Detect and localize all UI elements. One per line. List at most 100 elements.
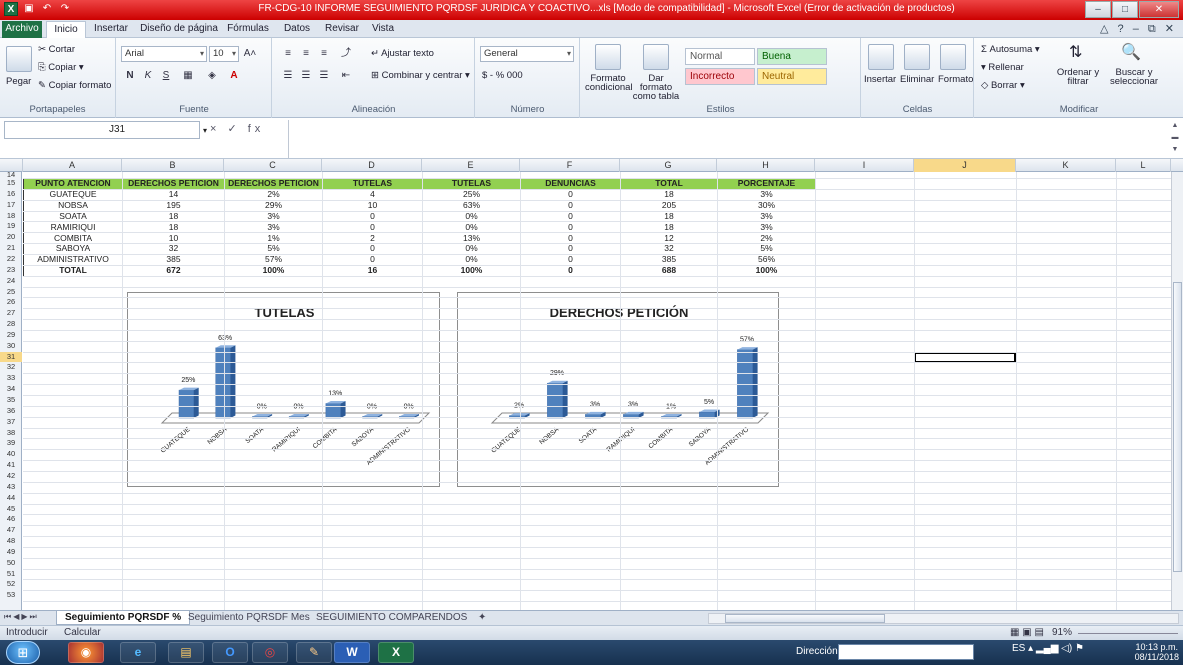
format-as-table-icon[interactable] xyxy=(643,44,669,70)
align-right-icon[interactable]: ☰ xyxy=(315,68,333,84)
sheet-tab-seguimiento-comparendos[interactable]: SEGUIMIENTO COMPARENDOS xyxy=(308,611,475,625)
format-cells-icon[interactable] xyxy=(940,44,966,70)
table-cell[interactable]: 10 xyxy=(122,232,225,245)
help-icon[interactable]: △ ? – ⧉ ✕ xyxy=(1100,22,1177,36)
table-cell[interactable]: 205 xyxy=(620,199,718,212)
table-cell[interactable]: 56% xyxy=(717,253,816,266)
column-header[interactable]: D xyxy=(322,159,422,172)
column-header[interactable]: E xyxy=(422,159,520,172)
underline-icon[interactable]: S xyxy=(157,68,175,84)
font-color-icon[interactable]: A xyxy=(225,68,243,84)
table-cell[interactable]: 0% xyxy=(422,253,521,266)
sort-filter-button[interactable]: Ordenar y filtrar xyxy=(1055,68,1101,87)
row-header[interactable]: 49 xyxy=(0,547,22,558)
formula-expand-icon[interactable]: ▲ ▬ ▼ xyxy=(1169,120,1181,158)
save-icon[interactable]: ▣ xyxy=(22,2,36,16)
row-header[interactable]: 34 xyxy=(0,384,22,395)
row-header[interactable]: 37 xyxy=(0,417,22,428)
row-header[interactable]: 26 xyxy=(0,297,22,308)
column-header[interactable]: J xyxy=(914,159,1016,172)
table-cell[interactable]: 0 xyxy=(520,210,621,223)
binoculars-icon[interactable]: 🔍 xyxy=(1121,42,1141,62)
row-header[interactable]: 20 xyxy=(0,232,22,243)
excel-app-icon[interactable]: X xyxy=(4,2,18,16)
column-header[interactable]: H xyxy=(717,159,815,172)
table-cell[interactable]: 18 xyxy=(122,221,225,234)
zoom-level[interactable]: 91% xyxy=(1052,627,1072,638)
table-cell[interactable]: TUTELAS xyxy=(322,178,423,190)
view-buttons-icon[interactable]: ▦ ▣ ▤ xyxy=(1010,627,1044,638)
row-header[interactable]: 48 xyxy=(0,536,22,547)
align-top-icon[interactable]: ≡ xyxy=(279,46,297,62)
row-header[interactable]: 35 xyxy=(0,395,22,406)
table-cell[interactable]: TOTAL xyxy=(620,178,718,190)
table-cell[interactable]: 0 xyxy=(520,243,621,255)
clear-button[interactable]: ◇ Borrar ▾ xyxy=(981,80,1025,91)
table-cell[interactable]: 0 xyxy=(322,221,423,234)
find-select-button[interactable]: Buscar y seleccionar xyxy=(1103,68,1165,87)
table-cell[interactable]: PUNTO ATENCION xyxy=(23,178,123,190)
row-header[interactable]: 47 xyxy=(0,525,22,536)
excel-taskbar-icon[interactable]: X xyxy=(378,642,414,663)
table-cell[interactable]: PORCENTAJE xyxy=(717,178,816,190)
clock[interactable]: 10:13 p.m. 08/11/2018 xyxy=(1135,642,1179,662)
table-cell[interactable]: GUATEQUE xyxy=(23,188,123,201)
table-cell[interactable]: DERECHOS PETICION xyxy=(224,178,323,190)
table-cell[interactable]: 25% xyxy=(422,188,521,201)
copy-button[interactable]: ⎘ Copiar ▾ xyxy=(38,62,84,73)
row-header[interactable]: 40 xyxy=(0,449,22,460)
row-header[interactable]: 53 xyxy=(0,590,22,601)
table-cell[interactable]: SABOYA xyxy=(23,243,123,255)
align-middle-icon[interactable]: ≡ xyxy=(297,46,315,62)
table-cell[interactable]: 5% xyxy=(717,243,816,255)
redo-icon[interactable]: ↷ xyxy=(58,2,72,16)
delete-cells-button[interactable]: Eliminar xyxy=(900,74,934,85)
table-cell[interactable]: TUTELAS xyxy=(422,178,521,190)
cells-area[interactable]: PUNTO ATENCION DERECHOS PETICION DERECHOS … xyxy=(23,172,1172,610)
row-header[interactable]: 29 xyxy=(0,330,22,341)
table-cell[interactable]: DENUNCIAS xyxy=(520,178,621,190)
column-header[interactable]: K xyxy=(1016,159,1116,172)
indent-icon[interactable]: ⇤ xyxy=(337,68,355,84)
row-header[interactable]: 44 xyxy=(0,493,22,504)
table-cell[interactable]: 0 xyxy=(322,253,423,266)
table-cell[interactable]: DERECHOS PETICION xyxy=(122,178,225,190)
selected-cell[interactable] xyxy=(914,351,1016,363)
table-cell[interactable]: 0 xyxy=(520,188,621,201)
minimize-icon[interactable]: – xyxy=(1085,1,1111,18)
tab-vista[interactable]: Vista xyxy=(366,21,400,38)
paste-icon[interactable] xyxy=(6,46,32,72)
table-cell[interactable]: 18 xyxy=(122,210,225,223)
italic-icon[interactable]: K xyxy=(139,68,157,84)
column-header[interactable]: A xyxy=(23,159,122,172)
table-cell[interactable]: 29% xyxy=(224,199,323,212)
style-incorrecto[interactable]: Incorrecto xyxy=(685,68,755,85)
table-cell[interactable]: 3% xyxy=(224,210,323,223)
insert-cells-icon[interactable] xyxy=(868,44,894,70)
table-cell[interactable]: 5% xyxy=(224,243,323,255)
tab-datos[interactable]: Datos xyxy=(278,21,316,38)
row-header[interactable]: 43 xyxy=(0,482,22,493)
borders-icon[interactable]: ▦ xyxy=(179,68,197,84)
scroll-thumb[interactable] xyxy=(725,614,885,623)
insert-cells-button[interactable]: Insertar xyxy=(864,74,896,85)
file-explorer-icon[interactable]: ▤ xyxy=(168,642,204,663)
close-icon[interactable]: ✕ xyxy=(1139,1,1179,18)
table-cell[interactable]: 100% xyxy=(224,264,323,277)
table-cell[interactable]: 385 xyxy=(122,253,225,266)
table-cell[interactable]: 672 xyxy=(122,264,225,277)
style-neutral[interactable]: Neutral xyxy=(757,68,827,85)
table-cell[interactable]: ADMINISTRATIVO xyxy=(23,253,123,266)
format-painter-button[interactable]: ✎ Copiar formato xyxy=(38,80,111,91)
chart-derechos-peticion[interactable]: DERECHOS PETICIÓN2%GUATEQUE29%NOBSA3%SOA… xyxy=(457,292,779,487)
align-center-icon[interactable]: ☰ xyxy=(297,68,315,84)
tab-formulas[interactable]: Fórmulas xyxy=(222,21,274,38)
fx-buttons[interactable]: × ✓ fx xyxy=(210,122,264,135)
paint-icon[interactable]: ✎ xyxy=(296,642,332,663)
outlook-icon[interactable]: O xyxy=(212,642,248,663)
row-header[interactable]: 28 xyxy=(0,319,22,330)
table-cell[interactable]: 100% xyxy=(422,264,521,277)
sort-filter-icon[interactable]: ⇅ xyxy=(1069,42,1082,62)
table-cell[interactable]: 3% xyxy=(224,221,323,234)
row-header[interactable]: 30 xyxy=(0,341,22,352)
